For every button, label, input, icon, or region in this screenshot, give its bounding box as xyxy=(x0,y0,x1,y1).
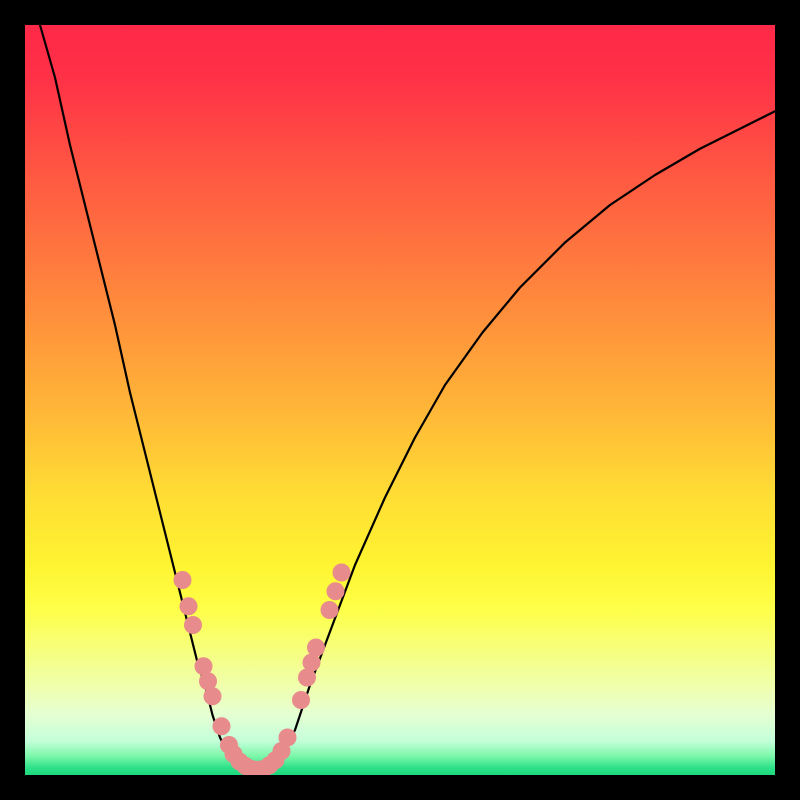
marker-point xyxy=(213,717,231,735)
chart-frame xyxy=(25,0,775,775)
marker-point xyxy=(307,639,325,657)
gradient-background xyxy=(25,25,775,775)
marker-point xyxy=(279,729,297,747)
marker-point xyxy=(321,601,339,619)
marker-point xyxy=(292,691,310,709)
bottleneck-chart xyxy=(25,0,775,775)
marker-point xyxy=(184,616,202,634)
marker-point xyxy=(327,582,345,600)
marker-point xyxy=(204,687,222,705)
marker-point xyxy=(174,571,192,589)
marker-point xyxy=(180,597,198,615)
marker-point xyxy=(333,564,351,582)
